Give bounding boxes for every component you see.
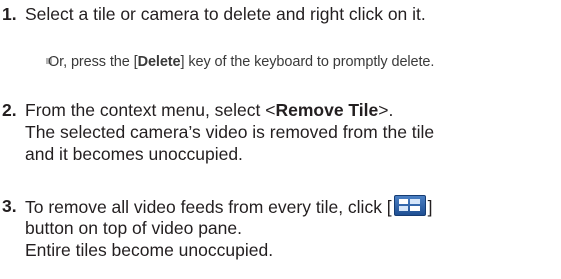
step-text: From the context menu, select <Remove Ti… bbox=[25, 100, 394, 120]
step-text: To remove all video feeds from every til… bbox=[25, 195, 433, 217]
step-number: 2. bbox=[2, 100, 17, 120]
step-text: Entire tiles become unoccupied. bbox=[25, 240, 274, 260]
step-number: 3. bbox=[2, 196, 17, 216]
note-text: Or, press the [Delete] key of the keyboa… bbox=[48, 54, 435, 70]
step-text: button on top of video pane. bbox=[25, 218, 242, 238]
step-text: Select a tile or camera to delete and ri… bbox=[25, 4, 426, 24]
delete-key: Delete bbox=[137, 54, 181, 70]
step-text: and it becomes unoccupied. bbox=[25, 144, 243, 164]
step-text: The selected camera’s video is removed f… bbox=[25, 122, 435, 142]
step-number: 1. bbox=[2, 4, 17, 24]
clear-all-tiles-icon bbox=[393, 195, 426, 216]
remove-tile-menu-item: Remove Tile bbox=[275, 100, 379, 120]
